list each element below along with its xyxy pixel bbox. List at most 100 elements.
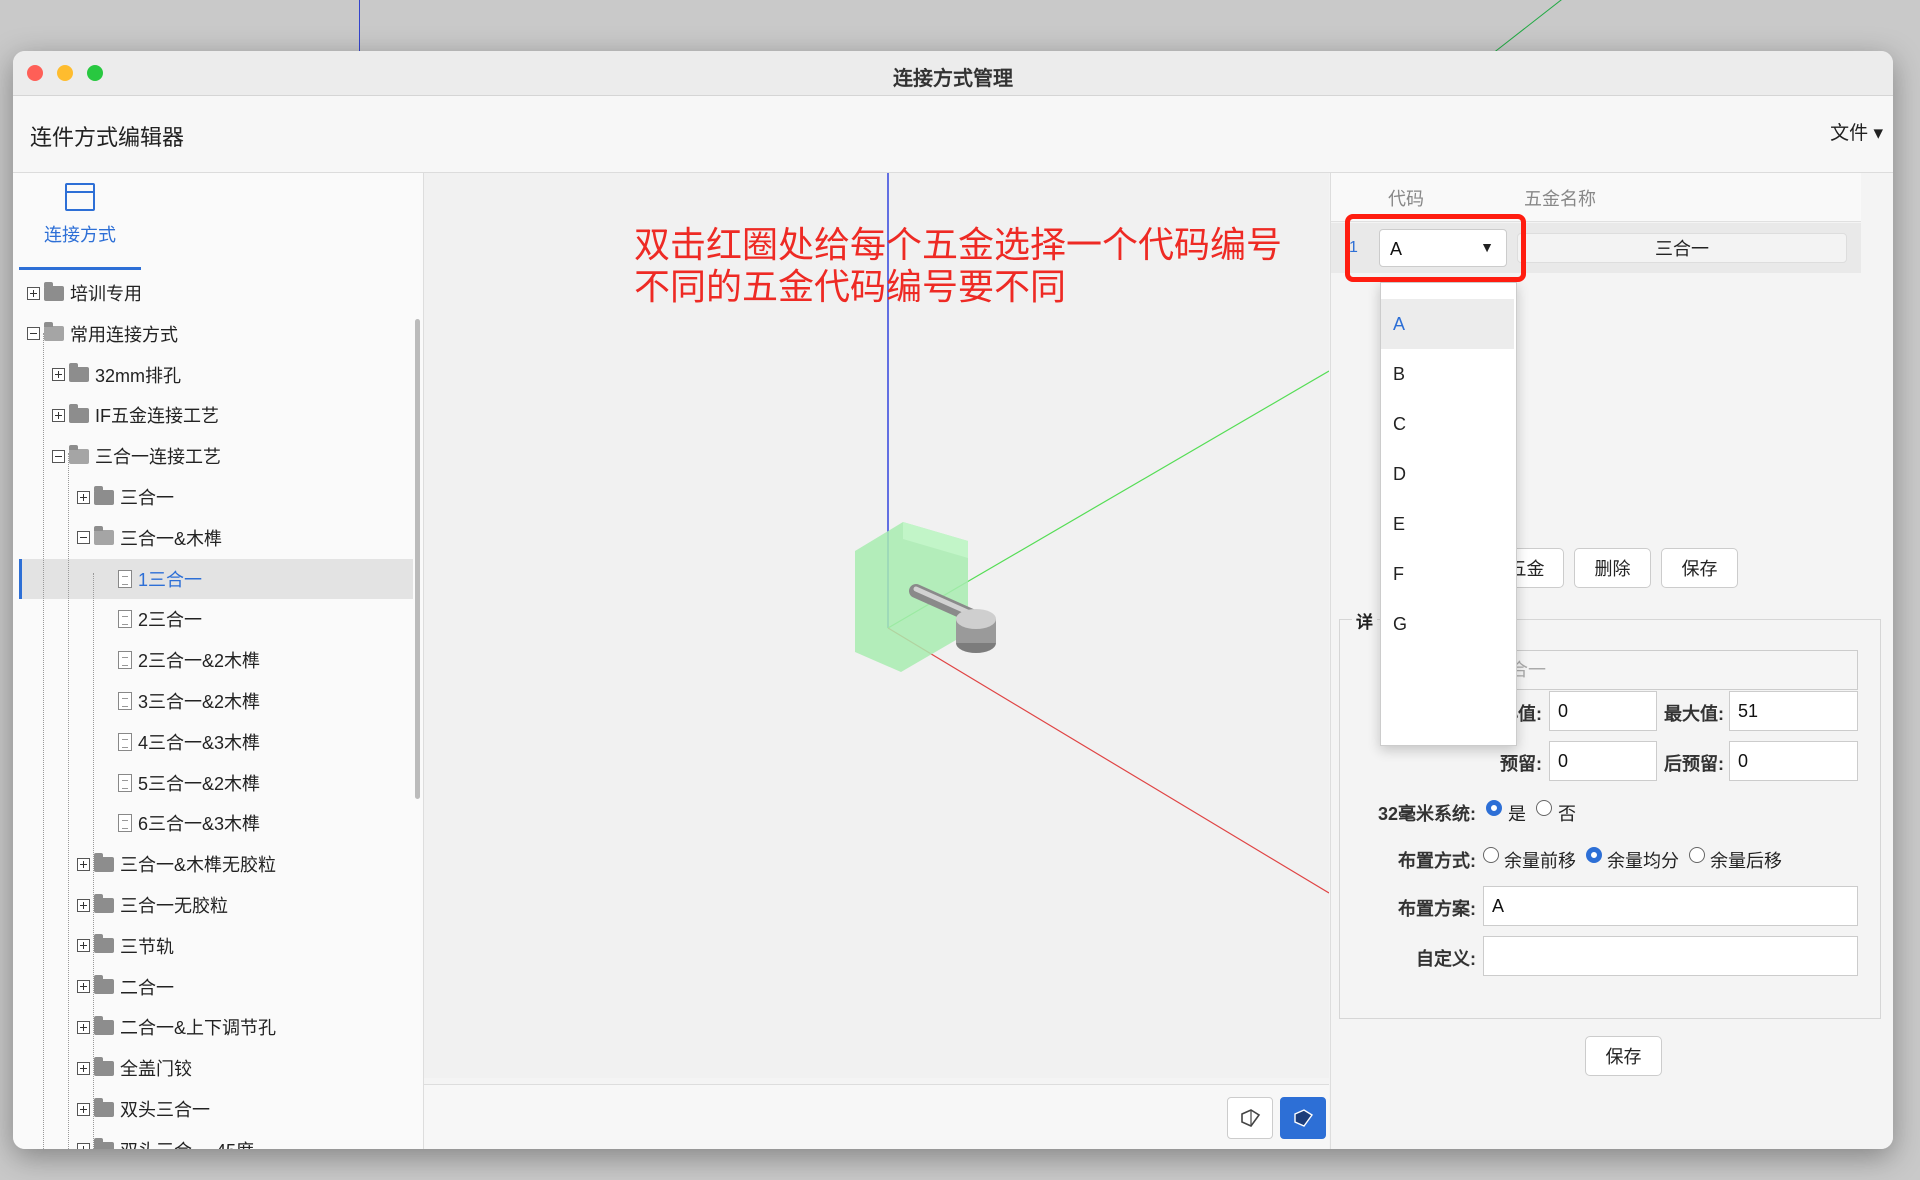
folder-icon	[94, 893, 114, 913]
save-hardware-button[interactable]: 保存	[1661, 548, 1738, 588]
layout-even-radio[interactable]	[1586, 847, 1602, 863]
sidebar-scrollbar[interactable]	[415, 319, 420, 799]
code-option-e[interactable]: E	[1381, 499, 1514, 549]
layout-scheme-field[interactable]: A	[1483, 886, 1858, 926]
file-menu[interactable]: 文件 ▾	[1830, 118, 1883, 145]
system32-yes-label: 是	[1508, 804, 1526, 824]
tree-node[interactable]: 全盖门铰	[13, 1048, 413, 1088]
view-iso-button[interactable]	[1227, 1097, 1273, 1139]
code-option-d[interactable]: D	[1381, 449, 1514, 499]
folder-icon	[94, 934, 114, 954]
detail-legend: 详	[1352, 608, 1377, 633]
back-reserve-field[interactable]: 0	[1729, 741, 1858, 781]
collapse-icon[interactable]	[27, 327, 40, 341]
expand-icon[interactable]	[77, 1143, 90, 1149]
tree-node[interactable]: 三合一	[13, 477, 413, 517]
tree-node[interactable]: 双头三合一	[13, 1089, 413, 1129]
tree-node[interactable]: 32mm排孔	[13, 355, 413, 395]
tree-node[interactable]: 常用连接方式	[13, 314, 413, 354]
tree-node-label: 二合一&上下调节孔	[120, 1018, 277, 1039]
layout-scheme-label: 布置方案:	[1398, 899, 1476, 919]
annotation-line-1: 双击红圈处给每个五金选择一个代码编号	[634, 225, 1283, 266]
collapse-icon[interactable]	[52, 449, 65, 463]
tree-node-label: 全盖门铰	[120, 1059, 192, 1080]
layout-back-label: 余量后移	[1710, 851, 1782, 871]
tree-node-label: 三合一	[120, 488, 174, 508]
expand-icon[interactable]	[77, 939, 90, 953]
layout-front-radio[interactable]	[1483, 847, 1499, 863]
folder-icon	[94, 975, 114, 995]
tab-connection-methods[interactable]: 连接方式	[19, 173, 141, 270]
tree-node[interactable]: 5三合一&2木榫	[13, 763, 413, 803]
delete-button[interactable]: 删除	[1574, 548, 1651, 588]
tree-node-label: 三合一&木榫无胶粒	[120, 855, 277, 876]
folder-icon	[94, 485, 114, 505]
main-window: 连接方式管理 连件方式编辑器 文件 ▾ 连接方式 培训专用 常用连接方式 32mm排…	[13, 51, 1893, 1149]
system32-no-radio[interactable]	[1536, 800, 1552, 816]
front-reserve-label: 预留:	[1500, 754, 1542, 774]
hardware-name-cell[interactable]: 三合一	[1517, 233, 1847, 263]
tree-node[interactable]: 6三合一&3木榫	[13, 803, 413, 843]
folder-open-icon	[69, 444, 89, 464]
folder-open-icon	[94, 526, 114, 546]
code-option-c[interactable]: C	[1381, 399, 1514, 449]
tree-node[interactable]: 4三合一&3木榫	[13, 722, 413, 762]
tree-node-label: 三节轨	[120, 936, 174, 957]
tree-node-label: 三合一连接工艺	[95, 447, 221, 468]
expand-icon[interactable]	[77, 980, 90, 994]
folder-icon	[94, 1015, 114, 1035]
tree-node-label: 常用连接方式	[70, 324, 178, 345]
annotation-line-2: 不同的五金代码编号要不同	[634, 267, 1067, 308]
cube-icon	[1241, 1109, 1261, 1127]
tree-node[interactable]: 三合一无胶粒	[13, 885, 413, 925]
solid-cube-icon	[1294, 1109, 1314, 1127]
code-option-a[interactable]: A	[1381, 299, 1514, 349]
expand-icon[interactable]	[77, 898, 90, 912]
expand-icon[interactable]	[77, 490, 90, 504]
app-toolbar: 连件方式编辑器 文件 ▾	[13, 96, 1893, 173]
document-icon	[118, 651, 132, 670]
code-option-g[interactable]: G	[1381, 599, 1514, 649]
system32-yes-radio[interactable]	[1486, 800, 1502, 816]
expand-icon[interactable]	[77, 1102, 90, 1116]
layout-mode-label: 布置方式:	[1398, 851, 1476, 871]
save-detail-button[interactable]: 保存	[1585, 1036, 1662, 1076]
code-dropdown-list[interactable]: A B C D E F G	[1380, 282, 1517, 746]
expand-icon[interactable]	[27, 286, 40, 300]
tree-node[interactable]: 三合一&木榫无胶粒	[13, 844, 413, 884]
expand-icon[interactable]	[77, 857, 90, 871]
max-label: 最大值:	[1664, 704, 1724, 724]
view-solid-button[interactable]	[1280, 1097, 1326, 1139]
tree-node[interactable]: 二合一	[13, 967, 413, 1007]
viewport-toolbar	[424, 1084, 1329, 1149]
tree-node-label: 培训专用	[70, 284, 142, 304]
tree-node[interactable]: 双头三合一-45度	[13, 1130, 413, 1149]
tree-node[interactable]: 3三合一&2木榫	[13, 681, 413, 721]
window-icon	[65, 183, 95, 211]
tree-node[interactable]: 1三合一	[19, 558, 413, 599]
code-option-b[interactable]: B	[1381, 349, 1514, 399]
tree-node[interactable]: 三合一连接工艺	[13, 436, 413, 476]
code-option-f[interactable]: F	[1381, 549, 1514, 599]
expand-icon[interactable]	[77, 1020, 90, 1034]
layout-back-radio[interactable]	[1689, 847, 1705, 863]
tree-node[interactable]: 2三合一&2木榫	[13, 640, 413, 680]
3d-viewport[interactable]: 双击红圈处给每个五金选择一个代码编号 不同的五金代码编号要不同	[424, 173, 1329, 1078]
expand-icon[interactable]	[52, 408, 65, 422]
tree-node[interactable]: 培训专用	[13, 273, 413, 313]
tree-node[interactable]: 二合一&上下调节孔	[13, 1007, 413, 1047]
max-value-field[interactable]: 51	[1729, 691, 1858, 731]
expand-icon[interactable]	[52, 368, 65, 382]
system32-no-label: 否	[1558, 804, 1576, 824]
tree-node[interactable]: IF五金连接工艺	[13, 395, 413, 435]
hardware-name-field[interactable]: 三合一	[1483, 650, 1858, 690]
document-icon	[118, 569, 132, 588]
document-icon	[118, 692, 132, 710]
expand-icon[interactable]	[77, 1061, 90, 1075]
custom-field[interactable]	[1483, 936, 1858, 976]
collapse-icon[interactable]	[77, 531, 90, 545]
tree-node[interactable]: 三节轨	[13, 926, 413, 966]
connection-tree: 培训专用常用连接方式 32mm排孔 IF五金连接工艺三合一连接工艺三合一三合一&木榫…	[13, 273, 413, 1149]
tree-node[interactable]: 三合一&木榫	[13, 518, 413, 558]
tree-node[interactable]: 2三合一	[13, 599, 413, 639]
